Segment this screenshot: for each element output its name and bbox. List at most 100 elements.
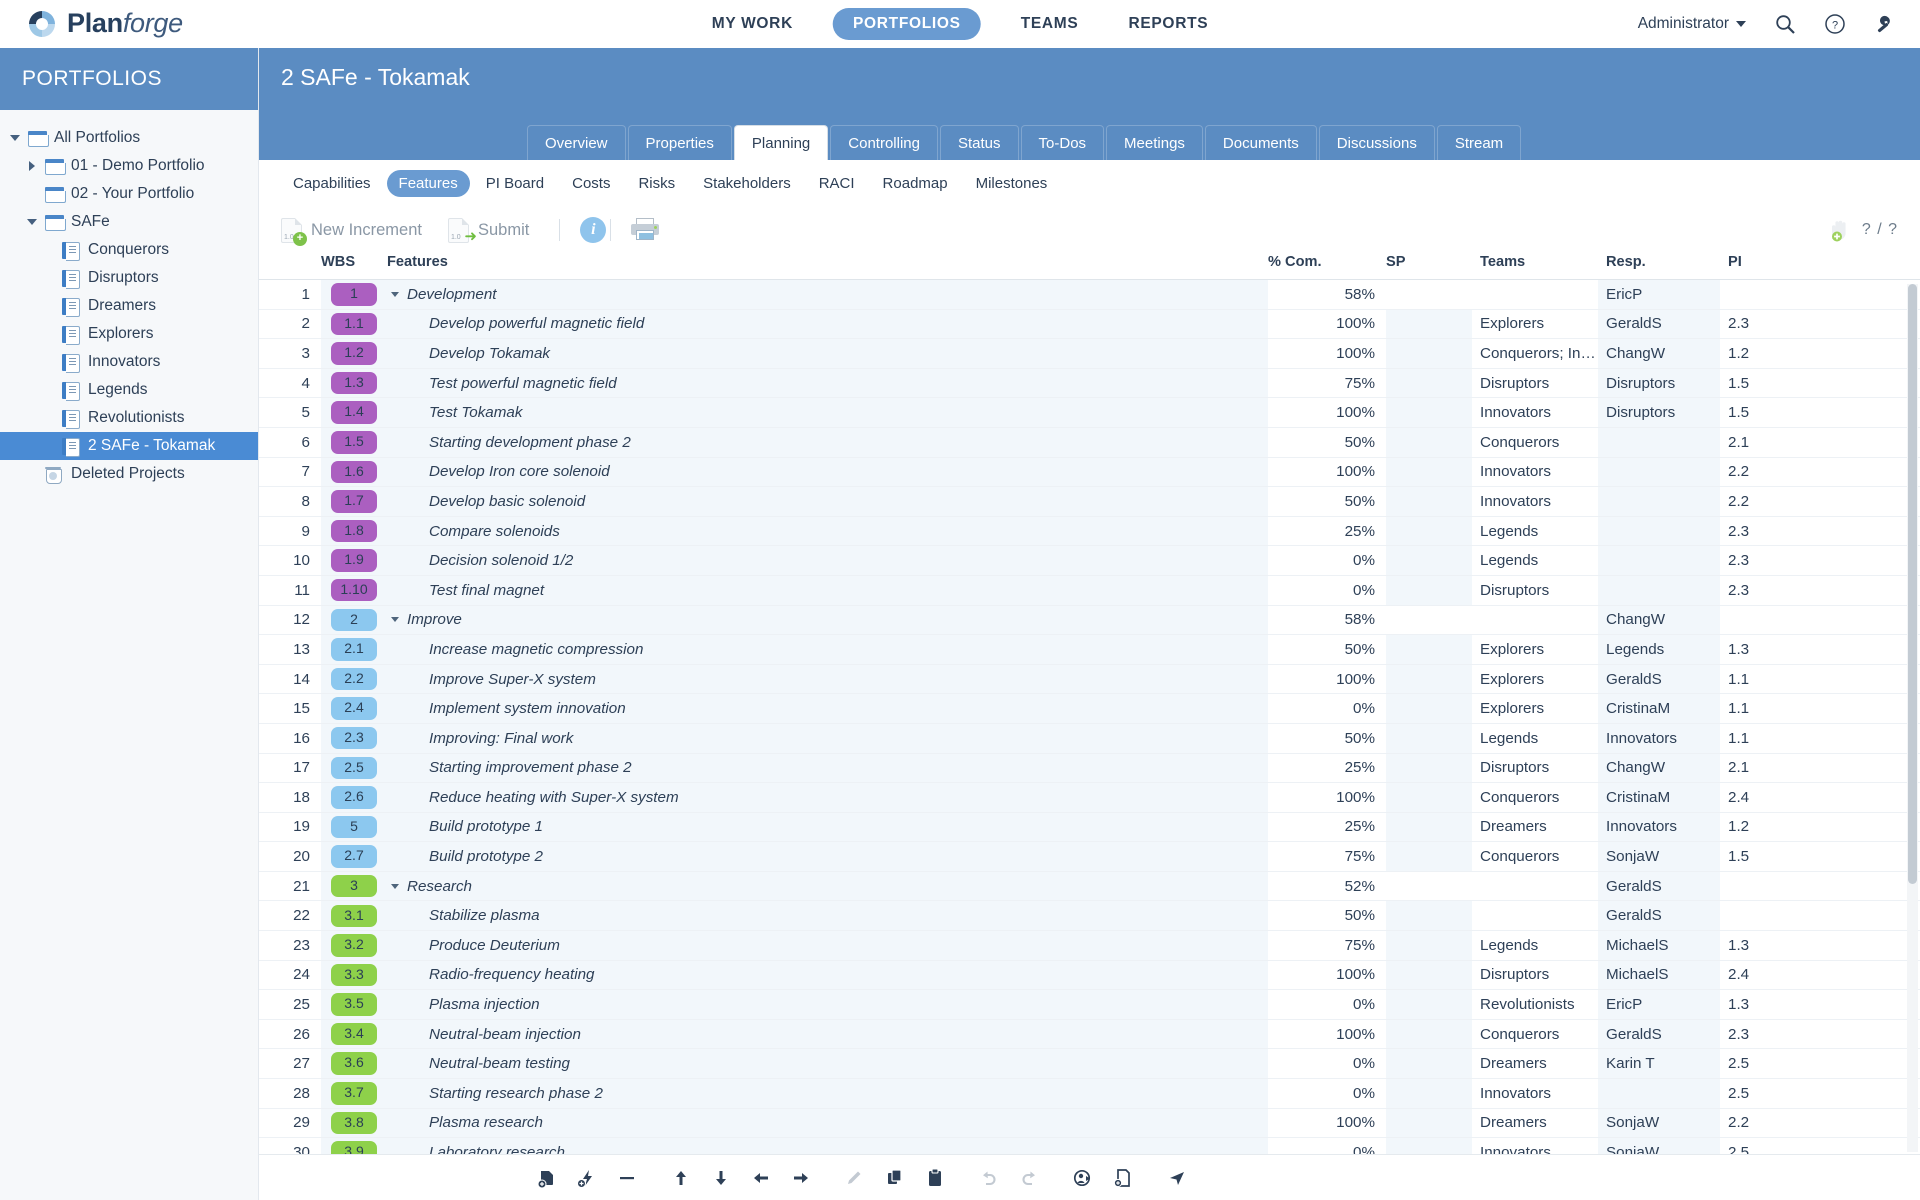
row-teams[interactable]: Innovators <box>1472 398 1598 428</box>
submit-button[interactable]: 1.0 ➜ Submit <box>448 218 529 243</box>
row-responsible[interactable] <box>1598 427 1720 457</box>
table-row[interactable]: 253.5Plasma injection0%RevolutionistsEri… <box>259 990 1920 1020</box>
row-pi[interactable]: 1.5 <box>1720 398 1824 428</box>
row-teams[interactable]: Innovators <box>1472 457 1598 487</box>
row-story-points[interactable] <box>1386 1019 1472 1049</box>
table-row[interactable]: 273.6Neutral-beam testing0%DreamersKarin… <box>259 1049 1920 1079</box>
row-responsible[interactable]: EricP <box>1598 990 1720 1020</box>
row-percent-complete[interactable]: 52% <box>1268 871 1386 901</box>
row-responsible[interactable]: Innovators <box>1598 812 1720 842</box>
row-responsible[interactable]: GeraldS <box>1598 871 1720 901</box>
table-row[interactable]: 111.10Test final magnet0%Disruptors2.3 <box>259 575 1920 605</box>
table-row[interactable]: 172.5Starting improvement phase 225%Disr… <box>259 753 1920 783</box>
outdent-icon[interactable] <box>741 1163 781 1193</box>
row-wbs-cell[interactable]: 2.4 <box>321 694 387 724</box>
row-percent-complete[interactable]: 100% <box>1268 1019 1386 1049</box>
row-feature-cell[interactable]: Improving: Final work <box>387 723 1268 753</box>
row-teams[interactable]: Conquerors <box>1472 427 1598 457</box>
row-wbs-cell[interactable]: 3.1 <box>321 901 387 931</box>
row-wbs-cell[interactable]: 5 <box>321 812 387 842</box>
row-pi[interactable] <box>1720 280 1824 310</box>
sidebar-item-disruptors[interactable]: Disruptors <box>0 264 258 292</box>
table-row[interactable]: 71.6Develop Iron core solenoid100%Innova… <box>259 457 1920 487</box>
row-teams[interactable]: Disruptors <box>1472 575 1598 605</box>
table-row[interactable]: 61.5Starting development phase 250%Conqu… <box>259 427 1920 457</box>
export-icon[interactable] <box>1103 1163 1143 1193</box>
row-teams[interactable]: Disruptors <box>1472 368 1598 398</box>
row-feature-cell[interactable]: Improve Super-X system <box>387 664 1268 694</box>
table-row[interactable]: 182.6Reduce heating with Super-X system1… <box>259 783 1920 813</box>
tab-overview[interactable]: Overview <box>527 125 626 160</box>
row-feature-cell[interactable]: Build prototype 1 <box>387 812 1268 842</box>
redo-icon[interactable] <box>1009 1163 1049 1193</box>
col-wbs[interactable]: WBS <box>321 254 387 280</box>
row-feature-cell[interactable]: Development <box>387 280 1268 310</box>
row-wbs-cell[interactable]: 1.9 <box>321 546 387 576</box>
row-pi[interactable]: 1.1 <box>1720 694 1824 724</box>
row-story-points[interactable] <box>1386 990 1472 1020</box>
row-teams[interactable]: Explorers <box>1472 635 1598 665</box>
nav-teams[interactable]: TEAMS <box>1011 9 1089 39</box>
row-feature-cell[interactable]: Test powerful magnetic field <box>387 368 1268 398</box>
row-feature-cell[interactable]: Starting improvement phase 2 <box>387 753 1268 783</box>
row-pi[interactable]: 2.4 <box>1720 960 1824 990</box>
paste-icon[interactable] <box>915 1163 955 1193</box>
chevron-right-icon[interactable] <box>29 161 35 171</box>
nav-portfolios[interactable]: PORTFOLIOS <box>833 8 981 40</box>
row-teams[interactable]: Innovators <box>1472 487 1598 517</box>
row-wbs-cell[interactable]: 3.9 <box>321 1138 387 1154</box>
row-responsible[interactable]: ChangW <box>1598 339 1720 369</box>
row-percent-complete[interactable]: 100% <box>1268 960 1386 990</box>
row-percent-complete[interactable]: 25% <box>1268 516 1386 546</box>
move-down-icon[interactable] <box>701 1163 741 1193</box>
row-pi[interactable] <box>1720 901 1824 931</box>
sidebar-item-deleted-projects[interactable]: Deleted Projects <box>0 460 258 488</box>
row-wbs-cell[interactable]: 2.5 <box>321 753 387 783</box>
indent-icon[interactable] <box>781 1163 821 1193</box>
row-story-points[interactable] <box>1386 368 1472 398</box>
row-pi[interactable]: 2.2 <box>1720 1108 1824 1138</box>
row-collapse-toggle[interactable] <box>387 292 403 297</box>
col-teams[interactable]: Teams <box>1472 254 1598 280</box>
row-percent-complete[interactable]: 100% <box>1268 664 1386 694</box>
row-pi[interactable]: 2.2 <box>1720 457 1824 487</box>
row-responsible[interactable]: MichaelS <box>1598 931 1720 961</box>
row-pi[interactable]: 1.1 <box>1720 664 1824 694</box>
col-com[interactable]: % Com. <box>1268 254 1386 280</box>
tree-twisty[interactable] <box>8 135 22 141</box>
move-up-icon[interactable] <box>661 1163 701 1193</box>
row-pi[interactable] <box>1720 605 1824 635</box>
row-responsible[interactable]: Innovators <box>1598 723 1720 753</box>
subtab-features[interactable]: Features <box>387 170 470 197</box>
row-percent-complete[interactable]: 100% <box>1268 1108 1386 1138</box>
row-wbs-cell[interactable]: 1.8 <box>321 516 387 546</box>
row-teams[interactable]: Conquerors <box>1472 1019 1598 1049</box>
row-wbs-cell[interactable]: 2.1 <box>321 635 387 665</box>
row-feature-cell[interactable]: Develop Iron core solenoid <box>387 457 1268 487</box>
row-story-points[interactable] <box>1386 871 1472 901</box>
row-pi[interactable]: 2.5 <box>1720 1079 1824 1109</box>
col-features[interactable]: Features <box>387 254 1268 280</box>
tab-properties[interactable]: Properties <box>628 125 732 160</box>
row-pi[interactable]: 1.2 <box>1720 812 1824 842</box>
row-teams[interactable]: Conquerors; In… <box>1472 339 1598 369</box>
subtab-capabilities[interactable]: Capabilities <box>281 170 383 197</box>
row-percent-complete[interactable]: 0% <box>1268 546 1386 576</box>
row-pi[interactable]: 1.5 <box>1720 368 1824 398</box>
row-wbs-cell[interactable]: 2.3 <box>321 723 387 753</box>
row-story-points[interactable] <box>1386 398 1472 428</box>
row-teams[interactable]: Conquerors <box>1472 842 1598 872</box>
row-wbs-cell[interactable]: 2.6 <box>321 783 387 813</box>
row-percent-complete[interactable]: 0% <box>1268 1079 1386 1109</box>
tree-twisty[interactable] <box>25 219 39 225</box>
row-percent-complete[interactable]: 58% <box>1268 280 1386 310</box>
help-icon[interactable]: ? <box>1824 13 1846 35</box>
row-responsible[interactable]: MichaelS <box>1598 960 1720 990</box>
table-row[interactable]: 202.7Build prototype 275%ConquerorsSonja… <box>259 842 1920 872</box>
row-teams[interactable]: Disruptors <box>1472 753 1598 783</box>
row-percent-complete[interactable]: 100% <box>1268 309 1386 339</box>
row-story-points[interactable] <box>1386 753 1472 783</box>
row-teams[interactable]: Dreamers <box>1472 812 1598 842</box>
row-feature-cell[interactable]: Stabilize plasma <box>387 901 1268 931</box>
user-menu[interactable]: Administrator <box>1638 15 1746 33</box>
